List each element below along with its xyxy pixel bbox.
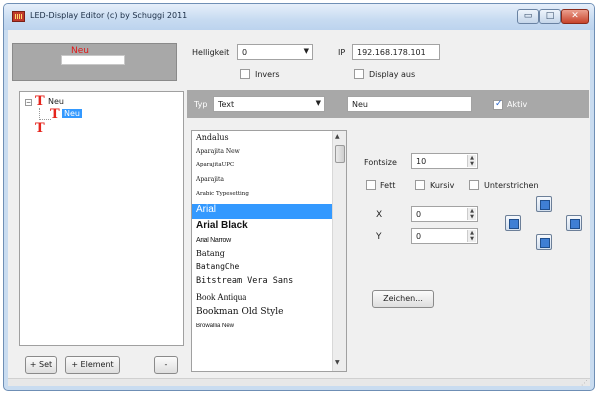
ip-value: 192.168.178.101 <box>357 48 426 57</box>
typ-value: Text <box>218 100 235 109</box>
unterstrichen-checkbox[interactable] <box>469 180 479 190</box>
stepper-arrows-icon[interactable]: ▲ ▼ <box>467 208 476 220</box>
align-left-button[interactable] <box>505 215 521 231</box>
led-display-icon <box>12 11 25 22</box>
y-label: Y <box>376 232 382 242</box>
fett-label: Fett <box>380 181 396 190</box>
element-tree[interactable]: − T Neu T Neu T <box>19 91 184 346</box>
y-value: 0 <box>416 232 422 241</box>
font-list-item[interactable]: Aparajita <box>192 176 332 188</box>
element-text-input[interactable]: Neu <box>347 96 472 112</box>
typ-select[interactable]: Text ▼ <box>213 96 325 112</box>
font-list-item[interactable]: Browallia New <box>192 323 332 335</box>
display-aus-label: Display aus <box>369 70 416 79</box>
font-list-item[interactable]: Batang <box>192 249 332 261</box>
kursiv-checkbox[interactable] <box>415 180 425 190</box>
fett-checkbox[interactable] <box>366 180 376 190</box>
font-list-item[interactable]: Arial Black <box>192 220 332 236</box>
zeichnen-button[interactable]: Zeichen... <box>372 290 434 308</box>
aktiv-label: Aktiv <box>507 100 528 109</box>
tree-item-element-selected[interactable]: Neu <box>62 109 82 118</box>
x-label: X <box>376 210 383 220</box>
scroll-down-icon[interactable]: ▼ <box>335 359 340 366</box>
font-list-item[interactable]: Andalus <box>192 133 332 147</box>
add-element-button[interactable]: + Element <box>65 356 120 374</box>
font-list-item[interactable]: Aparajita New <box>192 148 332 160</box>
ip-input[interactable]: 192.168.178.101 <box>352 44 440 60</box>
stepper-arrows-icon[interactable]: ▲ ▼ <box>467 155 476 167</box>
helligkeit-select[interactable]: 0 ▼ <box>237 44 313 60</box>
close-icon: ✕ <box>571 11 579 21</box>
font-list-scrollbar[interactable]: ▲ ▼ <box>332 131 346 371</box>
font-list-item-selected[interactable]: Arial <box>192 204 332 219</box>
typ-label: Typ <box>194 100 208 109</box>
helligkeit-label: Helligkeit <box>192 48 230 57</box>
maximize-button[interactable]: □ <box>539 9 561 24</box>
font-list-item[interactable]: Arial Narrow <box>192 237 332 248</box>
display-aus-checkbox[interactable] <box>354 69 364 79</box>
font-list-item[interactable]: Book Antiqua <box>192 292 332 305</box>
title-bar[interactable]: LED-Display Editor (c) by Schuggi 2011 ▭… <box>4 4 594 30</box>
font-list-item[interactable]: AparajitaUPC <box>192 162 332 174</box>
x-value: 0 <box>416 210 422 219</box>
fontsize-label: Fontsize <box>364 158 397 167</box>
chevron-down-icon: ▼ <box>303 47 309 55</box>
fontsize-value: 10 <box>416 157 427 166</box>
kursiv-label: Kursiv <box>430 181 455 190</box>
t-icon: T <box>35 121 45 136</box>
font-list[interactable]: Andalus Aparajita New AparajitaUPC Apara… <box>191 130 347 372</box>
y-stepper[interactable]: 0 ▲ ▼ <box>411 228 478 244</box>
invers-label: Invers <box>255 70 280 79</box>
stepper-arrows-icon[interactable]: ▲ ▼ <box>467 230 476 242</box>
invers-checkbox[interactable] <box>240 69 250 79</box>
chevron-down-icon: ▼ <box>315 99 321 107</box>
t-icon: T <box>35 94 45 109</box>
ip-label: IP <box>338 48 346 57</box>
maximize-icon: □ <box>545 11 555 21</box>
scroll-thumb[interactable] <box>335 145 345 163</box>
scroll-up-icon[interactable]: ▲ <box>335 133 340 140</box>
resize-grip-icon[interactable]: ⋰ <box>581 379 588 387</box>
minimize-icon: ▭ <box>523 11 533 21</box>
status-bar: ⋰ <box>8 378 590 387</box>
add-set-button[interactable]: + Set <box>25 356 57 374</box>
element-type-bar: Typ Text ▼ Neu Aktiv <box>187 90 589 118</box>
font-list-item[interactable]: BatangChe <box>192 262 332 275</box>
helligkeit-value: 0 <box>242 48 248 57</box>
font-list-item[interactable]: Bookman Old Style <box>192 307 332 321</box>
x-stepper[interactable]: 0 ▲ ▼ <box>411 206 478 222</box>
remove-button[interactable]: - <box>154 356 178 374</box>
font-list-item[interactable]: Bitstream Vera Sans <box>192 276 332 290</box>
window-title: LED-Display Editor (c) by Schuggi 2011 <box>30 11 188 20</box>
align-bottom-button[interactable] <box>536 234 552 250</box>
unterstrichen-label: Unterstrichen <box>484 181 539 190</box>
tree-item-set[interactable]: Neu <box>48 97 64 106</box>
fontsize-stepper[interactable]: 10 ▲ ▼ <box>411 153 478 169</box>
t-icon: T <box>50 107 60 122</box>
element-text-value: Neu <box>352 100 368 109</box>
expander-icon[interactable]: − <box>25 99 32 106</box>
minimize-button[interactable]: ▭ <box>517 9 539 24</box>
client-area: Neu Helligkeit 0 ▼ Invers IP 192.168.178… <box>8 30 590 387</box>
align-right-button[interactable] <box>566 215 582 231</box>
font-list-item[interactable]: Arabic Typesetting <box>192 191 332 203</box>
display-preview: Neu <box>12 43 177 81</box>
aktiv-checkbox[interactable] <box>493 99 503 110</box>
preview-input <box>61 55 125 65</box>
align-top-button[interactable] <box>536 196 552 212</box>
close-button[interactable]: ✕ <box>561 9 589 24</box>
app-window: LED-Display Editor (c) by Schuggi 2011 ▭… <box>3 3 595 391</box>
